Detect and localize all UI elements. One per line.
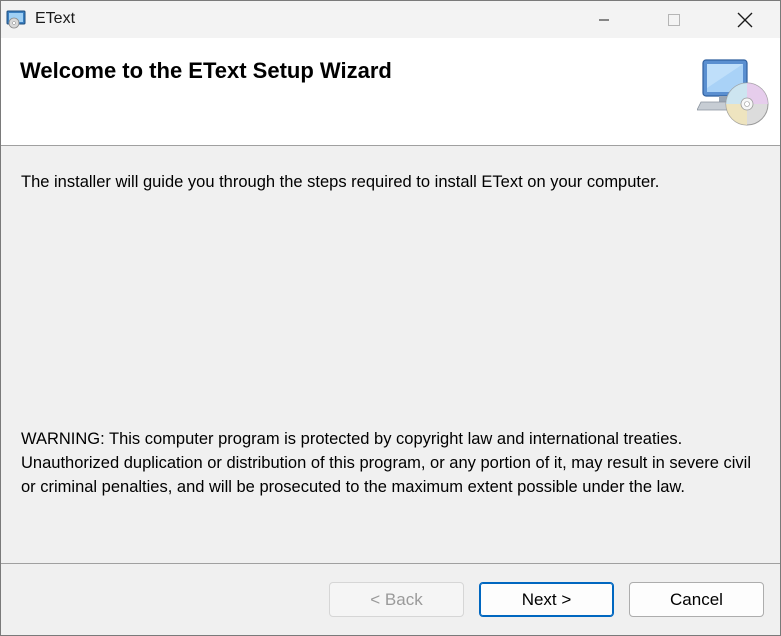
window-title: EText (35, 10, 76, 27)
maximize-icon (667, 13, 680, 26)
cancel-button[interactable]: Cancel (629, 582, 764, 617)
maximize-button[interactable] (639, 1, 708, 38)
title-bar[interactable]: EText (1, 1, 780, 38)
close-button[interactable] (710, 1, 779, 38)
app-icon (6, 9, 28, 29)
computer-cd-icon (696, 58, 771, 126)
back-button[interactable]: < Back (329, 582, 464, 617)
close-icon (737, 12, 752, 27)
footer-divider (1, 563, 780, 564)
intro-text: The installer will guide you through the… (21, 173, 660, 191)
copyright-warning-text: WARNING: This computer program is protec… (21, 430, 752, 496)
page-title: Welcome to the EText Setup Wizard (20, 58, 392, 83)
header-banner: Welcome to the EText Setup Wizard (1, 38, 780, 146)
minimize-icon (598, 19, 609, 20)
minimize-button[interactable] (569, 1, 638, 38)
next-button[interactable]: Next > (479, 582, 614, 617)
setup-wizard-window: EText Welcome to the EText Setup Wizard (0, 0, 781, 636)
